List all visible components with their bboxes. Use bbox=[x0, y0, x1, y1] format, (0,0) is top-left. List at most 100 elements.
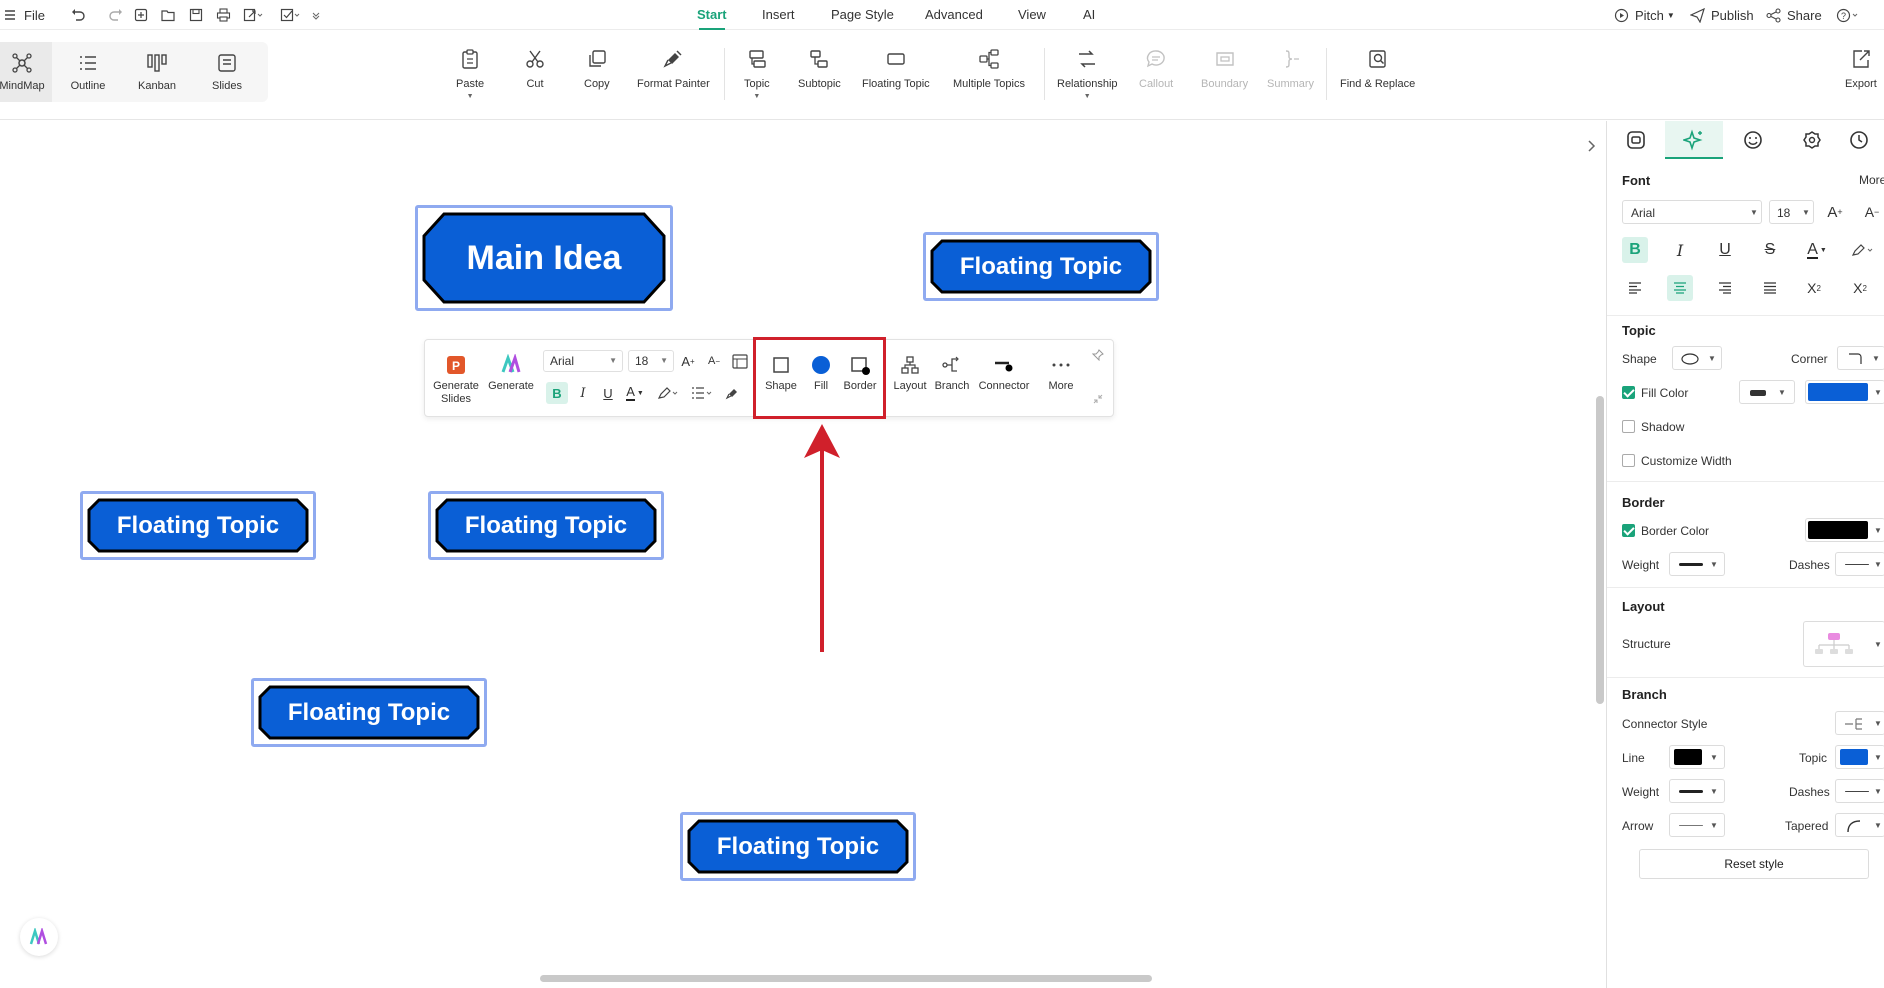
floating-topic-button[interactable]: Floating Topic bbox=[862, 48, 930, 110]
connector-style-select[interactable]: ▼ bbox=[1835, 711, 1884, 735]
subscript-icon[interactable]: X2 bbox=[1847, 275, 1873, 301]
border-color-checkbox[interactable] bbox=[1622, 524, 1635, 537]
superscript-icon[interactable]: X2 bbox=[1801, 275, 1827, 301]
export-button[interactable]: Export bbox=[1845, 48, 1877, 110]
italic-icon[interactable]: I bbox=[572, 382, 594, 404]
copy-button[interactable]: Copy bbox=[584, 48, 610, 110]
align-left-icon[interactable] bbox=[1622, 275, 1648, 301]
format-table-icon[interactable] bbox=[729, 350, 751, 372]
summary-button[interactable]: Summary bbox=[1267, 48, 1314, 110]
topic-shape-select[interactable]: ▼ bbox=[1672, 346, 1722, 370]
generate-slides-button[interactable]: P Generate Slides bbox=[433, 354, 479, 406]
branch-topic-color-select[interactable]: ▼ bbox=[1835, 745, 1884, 769]
panel-bold-icon[interactable]: B bbox=[1622, 237, 1648, 263]
underline-icon[interactable]: U bbox=[597, 382, 619, 404]
redo-icon[interactable] bbox=[106, 6, 126, 24]
corner-select[interactable]: ▼ bbox=[1837, 346, 1884, 370]
pitch-button[interactable]: Pitch ▼ bbox=[1635, 0, 1675, 30]
undo-icon[interactable] bbox=[68, 6, 88, 24]
fill-color-checkbox[interactable] bbox=[1622, 386, 1635, 399]
help-icon[interactable]: ? bbox=[1834, 6, 1864, 24]
view-mindmap[interactable]: MindMap bbox=[0, 42, 52, 102]
branch-dashes-select[interactable]: ▼ bbox=[1835, 779, 1884, 803]
tab-page-style[interactable]: Page Style bbox=[831, 0, 894, 30]
align-right-icon[interactable] bbox=[1712, 275, 1738, 301]
cut-button[interactable]: Cut bbox=[524, 48, 546, 110]
file-menu[interactable]: File bbox=[24, 0, 45, 30]
tab-start[interactable]: Start bbox=[697, 0, 727, 30]
tab-ai[interactable]: AI bbox=[1083, 0, 1095, 30]
boundary-button[interactable]: Boundary bbox=[1201, 48, 1248, 110]
callout-button[interactable]: Callout bbox=[1139, 48, 1173, 110]
share-icon[interactable] bbox=[1763, 6, 1783, 24]
fill-color-select[interactable]: ▼ bbox=[1805, 380, 1884, 404]
reset-style-button[interactable]: Reset style bbox=[1639, 849, 1869, 879]
clear-format-brush-icon[interactable] bbox=[721, 382, 743, 404]
panel-strikethrough-icon[interactable]: S bbox=[1757, 237, 1783, 263]
layout-button[interactable]: Layout bbox=[891, 354, 929, 393]
highlight-pen-icon[interactable] bbox=[653, 382, 683, 404]
share-button[interactable]: Share bbox=[1787, 0, 1822, 30]
line-color-select[interactable]: ▼ bbox=[1669, 745, 1725, 769]
font-family-select[interactable]: Arial ▼ bbox=[543, 350, 623, 372]
panel-font-family-select[interactable]: Arial ▼ bbox=[1622, 200, 1762, 224]
panel-text-color-icon[interactable]: A ▼ bbox=[1801, 237, 1833, 263]
panel-tab-theme[interactable] bbox=[1783, 121, 1841, 159]
publish-button[interactable]: Publish bbox=[1711, 0, 1754, 30]
pin-icon[interactable] bbox=[1089, 346, 1107, 364]
floating-topic-3[interactable]: Floating Topic bbox=[428, 491, 664, 560]
decrease-font-icon[interactable]: A − bbox=[703, 350, 725, 372]
find-replace-button[interactable]: Find & Replace bbox=[1340, 48, 1415, 110]
align-center-icon[interactable] bbox=[1667, 275, 1693, 301]
fill-pattern-select[interactable]: ▼ bbox=[1739, 380, 1795, 404]
branch-weight-select[interactable]: ▼ bbox=[1669, 779, 1725, 803]
view-slides[interactable]: Slides bbox=[197, 42, 257, 102]
topic-button[interactable]: Topic ▼ bbox=[744, 48, 770, 110]
view-kanban[interactable]: Kanban bbox=[127, 42, 187, 102]
panel-font-size-select[interactable]: 18 ▼ bbox=[1769, 200, 1814, 224]
panel-tab-sticker[interactable] bbox=[1724, 121, 1782, 159]
hamburger-menu-icon[interactable] bbox=[0, 6, 20, 24]
floating-topic-1[interactable]: Floating Topic bbox=[923, 232, 1159, 301]
open-folder-icon[interactable] bbox=[158, 6, 178, 24]
tab-insert[interactable]: Insert bbox=[762, 0, 795, 30]
increase-font-icon[interactable]: A + bbox=[677, 350, 699, 372]
horizontal-scrollbar[interactable] bbox=[540, 975, 1152, 982]
text-color-icon[interactable]: A ▼ bbox=[621, 382, 649, 404]
more-chevron-icon[interactable] bbox=[306, 6, 326, 24]
bold-icon[interactable]: B bbox=[546, 382, 568, 404]
connector-button[interactable]: Connector bbox=[975, 354, 1033, 393]
structure-select[interactable]: ▼ bbox=[1803, 621, 1884, 667]
new-file-icon[interactable] bbox=[131, 6, 151, 24]
generate-button[interactable]: Generate bbox=[487, 354, 535, 393]
floating-topic-5[interactable]: Floating Topic bbox=[680, 812, 916, 881]
more-button[interactable]: More bbox=[1043, 354, 1079, 393]
branch-button[interactable]: Branch bbox=[933, 354, 971, 393]
paste-button[interactable]: Paste ▼ bbox=[456, 48, 484, 110]
arrow-select[interactable]: ▼ bbox=[1669, 813, 1725, 837]
export-file-icon[interactable] bbox=[243, 6, 263, 24]
tapered-select[interactable]: ▼ bbox=[1835, 813, 1884, 837]
panel-increase-font-icon[interactable]: A + bbox=[1822, 199, 1848, 225]
pitch-icon[interactable] bbox=[1611, 6, 1631, 24]
save-icon[interactable] bbox=[186, 6, 206, 24]
align-justify-icon[interactable] bbox=[1757, 275, 1783, 301]
panel-tab-ai-style[interactable] bbox=[1665, 121, 1723, 159]
panel-highlight-icon[interactable] bbox=[1847, 237, 1879, 263]
border-weight-select[interactable]: ▼ bbox=[1669, 552, 1725, 576]
floating-topic-2[interactable]: Floating Topic bbox=[80, 491, 316, 560]
shadow-checkbox[interactable] bbox=[1622, 420, 1635, 433]
font-size-select[interactable]: 18 ▼ bbox=[628, 350, 674, 372]
panel-decrease-font-icon[interactable]: A − bbox=[1859, 199, 1884, 225]
tab-view[interactable]: View bbox=[1018, 0, 1046, 30]
view-outline[interactable]: Outline bbox=[58, 42, 118, 102]
print-icon[interactable] bbox=[213, 6, 233, 24]
relationship-button[interactable]: Relationship ▼ bbox=[1057, 48, 1118, 110]
main-idea-topic[interactable]: Main Idea bbox=[415, 205, 673, 311]
panel-tab-history[interactable] bbox=[1841, 121, 1884, 159]
panel-underline-icon[interactable]: U bbox=[1712, 237, 1738, 263]
format-painter-button[interactable]: Format Painter bbox=[637, 48, 710, 110]
panel-tab-style[interactable] bbox=[1607, 121, 1665, 159]
font-more-link[interactable]: More bbox=[1859, 173, 1884, 187]
subtopic-button[interactable]: Subtopic bbox=[798, 48, 841, 110]
